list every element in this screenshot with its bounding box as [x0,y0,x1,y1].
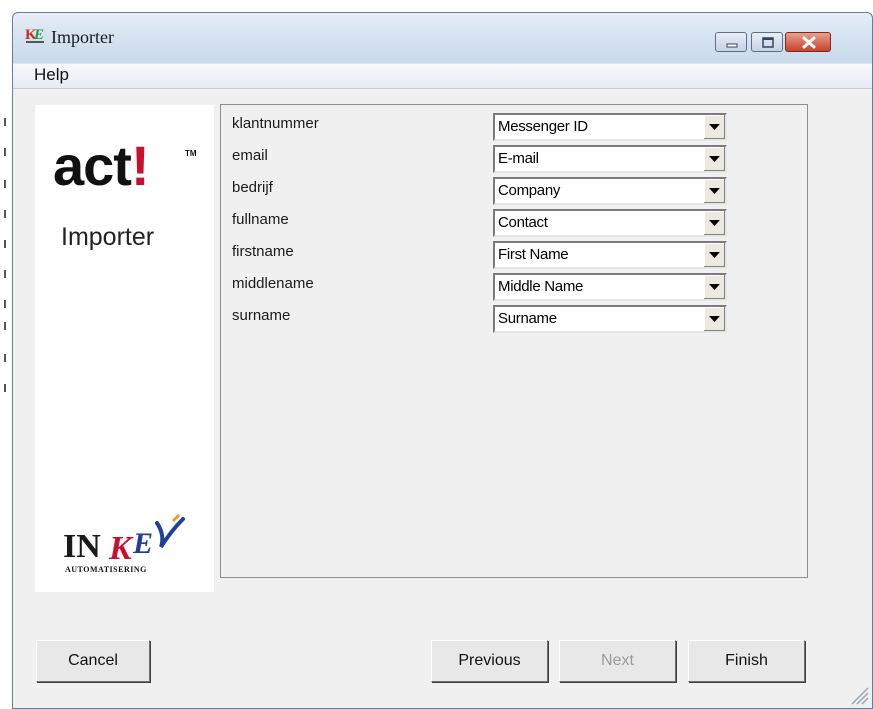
logo-panel: act! TM Importer IN K E AUTOMATISERING [35,105,214,592]
previous-button[interactable]: Previous [431,640,548,682]
next-button[interactable]: Next [559,640,676,682]
desktop-edge [0,0,10,709]
svg-text:K: K [108,530,134,565]
field-label: middlename [232,275,314,292]
selected-value: Contact [498,214,548,231]
mapping-row-firstname: firstname First Name [221,241,807,275]
mapping-row-bedrijf: bedrijf Company [221,177,807,211]
chevron-down-icon [709,156,720,162]
field-label: surname [232,307,291,324]
selected-value: Company [498,182,561,199]
field-label: firstname [232,243,294,260]
chevron-down-icon [709,188,720,194]
inkey-tagline: AUTOMATISERING [65,565,147,574]
finish-button[interactable]: Finish [688,640,805,682]
menu-help[interactable]: Help [34,65,69,85]
chevron-down-icon [709,316,720,322]
maximize-icon [762,37,774,48]
chevron-down-icon [709,284,720,290]
field-label: bedrijf [232,179,273,196]
mapping-select[interactable]: Surname [493,305,727,333]
act-logo: act! [53,134,150,197]
trademark-mark: TM [185,149,197,158]
mapping-row-fullname: fullname Contact [221,209,807,243]
selected-value: First Name [498,246,569,263]
field-label: fullname [232,211,289,228]
dropdown-button[interactable] [703,275,725,299]
dropdown-button[interactable] [703,179,725,203]
mapping-row-surname: surname Surname [221,305,807,339]
dropdown-button[interactable] [703,115,725,139]
mapping-select[interactable]: Messenger ID [493,113,727,141]
selected-value: Messenger ID [498,118,588,135]
field-label: klantnummer [232,115,319,132]
close-icon [802,36,816,49]
importer-subtitle: Importer [61,223,155,251]
svg-text:E: E [132,527,153,560]
maximize-button[interactable] [751,32,783,52]
mapping-select[interactable]: Middle Name [493,273,727,301]
window-title: Importer [51,27,114,47]
selected-value: Middle Name [498,278,584,295]
importer-window: K E Importer Help act! TM Importer IN K … [12,12,873,709]
mapping-row-middlename: middlename Middle Name [221,273,807,307]
dropdown-button[interactable] [703,147,725,171]
svg-text:E: E [33,27,44,43]
menu-bar: Help [13,64,872,89]
chevron-down-icon [709,124,720,130]
mapping-select[interactable]: Contact [493,209,727,237]
inkey-logo: IN K E [63,513,185,565]
mapping-select[interactable]: E-mail [493,145,727,173]
dropdown-button[interactable] [703,243,725,267]
close-button[interactable] [785,32,831,52]
chevron-down-icon [709,252,720,258]
title-bar[interactable]: K E Importer [13,13,872,63]
field-label: email [232,147,268,164]
mapping-select[interactable]: First Name [493,241,727,269]
selected-value: E-mail [498,150,539,167]
selected-value: Surname [498,310,557,327]
mapping-select[interactable]: Company [493,177,727,205]
field-mapping-panel: klantnummer Messenger ID email E-mail be… [220,104,808,578]
mapping-row-email: email E-mail [221,145,807,179]
dropdown-button[interactable] [703,211,725,235]
minimize-button[interactable] [715,32,747,52]
chevron-down-icon [709,220,720,226]
dialog-body: act! TM Importer IN K E AUTOMATISERING k… [13,89,872,708]
resize-grip-icon[interactable] [846,682,870,706]
svg-text:IN: IN [63,528,101,565]
mapping-row-klantnummer: klantnummer Messenger ID [221,113,807,147]
minimize-icon [726,43,738,48]
cancel-button[interactable]: Cancel [36,640,150,682]
ke-app-icon: K E [25,27,44,43]
dropdown-button[interactable] [703,307,725,331]
